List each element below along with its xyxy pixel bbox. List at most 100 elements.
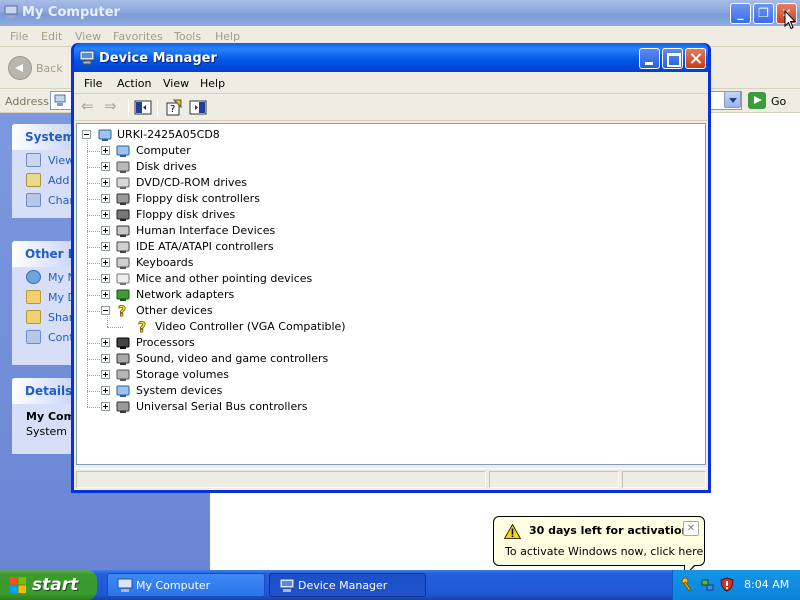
expand-toggle[interactable] [101,370,110,379]
unknown-device-icon: ? [115,303,131,321]
task-change-setting[interactable]: Chan [12,190,78,210]
status-bar [74,468,708,490]
menu-edit[interactable]: Edit [41,30,62,43]
place-control-panel[interactable]: Cont [12,327,78,347]
back-button-label[interactable]: Back [36,62,63,75]
other-places-box: Other Pl My N My D Shar Cont [12,241,78,365]
my-computer-titlebar[interactable]: My Computer _ ❐ ✕ [0,0,800,26]
tree-item[interactable]: Network adapters [77,287,477,303]
tree-item[interactable]: Storage volumes [77,367,477,383]
expand-toggle[interactable] [101,146,110,155]
tree-item[interactable]: System devices [77,383,477,399]
task-add-remove-programs[interactable]: Add [12,170,78,190]
menu-file[interactable]: File [84,77,102,90]
expand-toggle[interactable] [101,386,110,395]
expand-toggle[interactable] [101,178,110,187]
tree-item[interactable]: Sound, video and game controllers [77,351,477,367]
go-arrow-icon[interactable] [748,92,766,109]
task-label: Add [48,174,70,187]
minimize-button[interactable] [639,48,660,69]
activate-link[interactable]: To activate Windows now, click here [505,545,703,558]
address-dropdown-button[interactable] [724,91,741,108]
go-button-label[interactable]: Go [771,95,786,108]
menu-view[interactable]: View [75,30,101,43]
activation-balloon[interactable]: 30 days left for activation To activate … [493,516,705,566]
tree-item[interactable]: Floppy disk drives [77,207,477,223]
tree-item[interactable]: Mice and other pointing devices [77,271,477,287]
menu-help[interactable]: Help [215,30,240,43]
tree-item[interactable]: Computer [77,143,477,159]
activation-key-icon[interactable] [681,577,695,592]
tree-connector [87,359,100,360]
place-shared-documents[interactable]: Shar [12,307,78,327]
restore-button[interactable]: ❐ [753,3,774,24]
place-my-network[interactable]: My N [12,267,78,287]
svg-text:?: ? [138,320,146,334]
expand-toggle[interactable] [101,290,110,299]
show-hide-console-tree-icon[interactable] [134,99,152,116]
tree-item[interactable]: IDE ATA/ATAPI controllers [77,239,477,255]
tree-item-label: IDE ATA/ATAPI controllers [136,240,274,253]
menu-file[interactable]: File [10,30,28,43]
expand-toggle[interactable] [101,258,110,267]
back-arrow-icon[interactable] [8,56,32,80]
close-button[interactable] [685,48,706,69]
forward-arrow-icon[interactable]: ⇒ [104,99,122,116]
device-tree[interactable]: URKI-2425A05CD8 Computer Disk drives DVD/CD… [76,123,706,465]
taskbar-button-my-computer[interactable]: My Computer [107,573,265,597]
collapse-toggle[interactable] [101,306,110,315]
tree-item[interactable]: Human Interface Devices [77,223,477,239]
expand-toggle[interactable] [101,338,110,347]
collapse-toggle[interactable] [82,130,91,139]
status-panel [489,471,619,488]
device-manager-titlebar[interactable]: Device Manager [74,43,708,72]
place-my-documents[interactable]: My D [12,287,78,307]
device-manager-toolbar: ⇐ ⇒ ? [74,95,708,121]
expand-toggle[interactable] [101,210,110,219]
other-places-header[interactable]: Other Pl [12,241,78,267]
minimize-button[interactable]: _ [730,3,751,24]
tree-item[interactable]: Floppy disk controllers [77,191,477,207]
clock[interactable]: 8:04 AM [744,578,789,591]
folder-icon [26,290,41,304]
balloon-close-icon[interactable]: ✕ [683,521,699,536]
menu-help[interactable]: Help [200,77,225,90]
details-header[interactable]: Details [12,378,78,404]
back-arrow-icon[interactable]: ⇐ [81,99,99,116]
menu-tools[interactable]: Tools [174,30,201,43]
tree-child-item[interactable]: ? Video Controller (VGA Compatible) [77,319,477,336]
show-hide-action-pane-icon[interactable] [189,99,207,116]
tree-connector [87,167,100,168]
network-icon[interactable] [701,577,715,592]
maximize-button[interactable] [662,48,683,69]
properties-icon[interactable]: ? [165,99,183,116]
tree-item-label: Processors [136,336,195,349]
tree-item[interactable]: Processors [77,335,477,351]
menu-favorites[interactable]: Favorites [113,30,163,43]
expand-toggle[interactable] [101,274,110,283]
expand-toggle[interactable] [101,402,110,411]
tree-connector [87,140,88,407]
expand-toggle[interactable] [101,226,110,235]
system-tasks-box: System View Add Chan [12,124,78,218]
menu-action[interactable]: Action [117,77,151,90]
tree-item[interactable]: ? Other devices [77,303,477,321]
tree-item[interactable]: Universal Serial Bus controllers [77,399,477,415]
tree-item[interactable]: DVD/CD-ROM drives [77,175,477,191]
tree-item[interactable]: Keyboards [77,255,477,271]
system-tasks-header[interactable]: System [12,124,78,150]
expand-toggle[interactable] [101,242,110,251]
security-shield-icon[interactable] [720,577,734,592]
expand-toggle[interactable] [101,162,110,171]
task-view-system-info[interactable]: View [12,150,78,170]
taskbar-button-device-manager[interactable]: Device Manager [269,573,426,597]
tree-item[interactable]: Disk drives [77,159,477,175]
start-button[interactable]: start [0,570,97,600]
expand-toggle[interactable] [101,194,110,203]
tree-child-label: Video Controller (VGA Compatible) [155,320,346,333]
processor-icon [115,335,131,350]
tree-item-label: System devices [136,384,223,397]
expand-toggle[interactable] [101,354,110,363]
tree-root[interactable]: URKI-2425A05CD8 [77,127,377,143]
menu-view[interactable]: View [163,77,189,90]
